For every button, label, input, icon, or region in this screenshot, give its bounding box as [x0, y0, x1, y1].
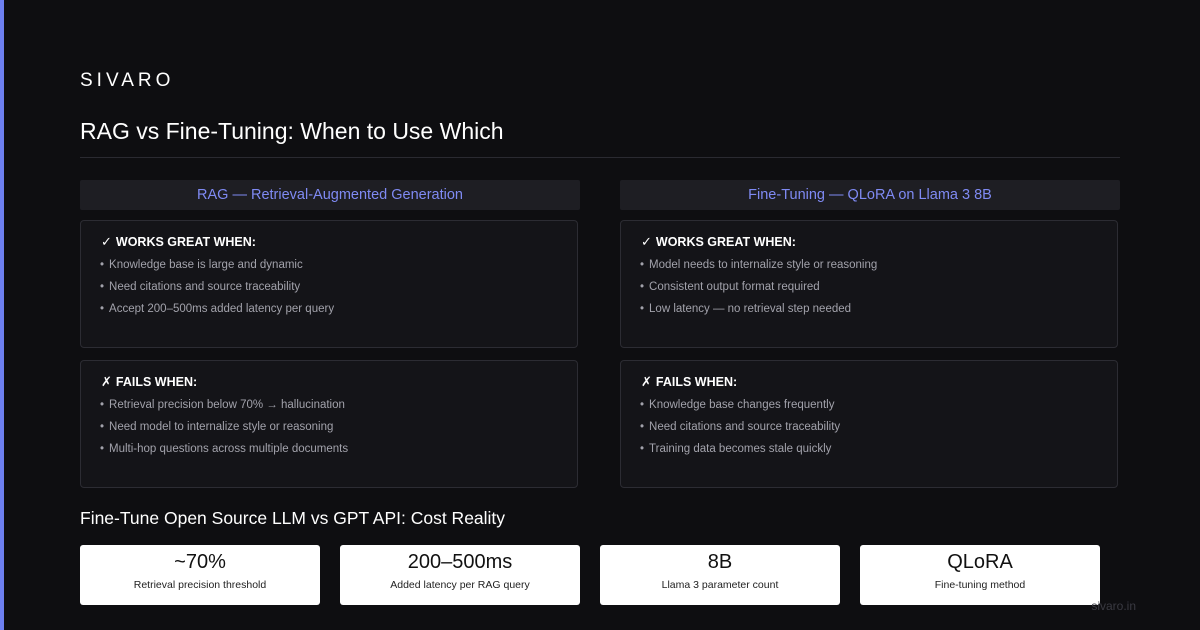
bullet-icon: • [100, 443, 105, 455]
finetune-works-heading-text: WORKS GREAT WHEN: [655, 235, 796, 249]
list-item: • Knowledge base changes frequently [640, 399, 835, 411]
list-item: • Knowledge base is large and dynamic [100, 259, 303, 271]
rag-fails-heading-text: FAILS WHEN: [115, 375, 198, 389]
stat-label: Llama 3 parameter count [661, 579, 779, 591]
rag-works-heading: ✓ WORKS GREAT WHEN: [101, 234, 256, 250]
list-item: • Consistent output format required [640, 281, 820, 293]
finetune-fails-heading: ✗ FAILS WHEN: [641, 374, 737, 390]
page-title: RAG vs Fine-Tuning: When to Use Which [80, 118, 504, 144]
stat-label: Retrieval precision threshold [133, 579, 267, 591]
accent-bar [0, 0, 4, 630]
title-divider [80, 157, 1120, 158]
list-item: • Need model to internalize style or reas… [100, 421, 334, 433]
list-item: • Training data becomes stale quickly [640, 443, 832, 455]
bullet-icon: • [100, 399, 105, 411]
rag-works-heading-text: WORKS GREAT WHEN: [115, 235, 256, 249]
rag-works-list: • Knowledge base is large and dynamic • Ne… [100, 258, 334, 324]
finetune-fails-heading-text: FAILS WHEN: [655, 375, 738, 389]
rag-fails-list: • Retrieval precision below 70% → halluci… [100, 398, 348, 464]
stat-card: QLoRA Fine-tuning method [860, 545, 1100, 605]
stat-card: 8B Llama 3 parameter count [600, 545, 840, 605]
list-item: • Need citations and source traceability [640, 421, 841, 433]
stat-label: Added latency per RAG query [390, 579, 530, 591]
list-item: • Multi-hop questions across multiple doc… [100, 443, 349, 455]
stat-card: 200–500ms Added latency per RAG query [340, 545, 580, 605]
bullet-icon: • [640, 281, 645, 293]
stat-label: Fine-tuning method [934, 579, 1026, 591]
list-item: • Model needs to internalize style or rea… [640, 259, 878, 271]
bullet-icon: • [100, 259, 105, 271]
bullet-icon: • [640, 399, 645, 411]
bullet-icon: • [640, 443, 645, 455]
list-item: • Accept 200–500ms added latency per quer… [100, 303, 335, 315]
rag-fails-heading: ✗ FAILS WHEN: [101, 374, 197, 390]
finetune-works-card: ✓ WORKS GREAT WHEN: • Model needs to inte… [620, 220, 1118, 348]
checkmark-icon: ✓ [101, 234, 112, 249]
bullet-icon: • [100, 281, 105, 293]
brand-logo: SIVARO [80, 70, 175, 91]
finetune-works-heading: ✓ WORKS GREAT WHEN: [641, 234, 796, 250]
cross-icon: ✗ [101, 374, 112, 389]
footer-url: sivaro.in [1091, 599, 1136, 613]
checkmark-icon: ✓ [641, 234, 652, 249]
stat-card: ~70% Retrieval precision threshold [80, 545, 320, 605]
rag-column-header: RAG — Retrieval-Augmented Generation [80, 180, 580, 210]
rag-fails-card: ✗ FAILS WHEN: • Retrieval precision below… [80, 360, 578, 488]
finetune-column-header: Fine-Tuning — QLoRA on Llama 3 8B [620, 180, 1120, 210]
finetune-works-list: • Model needs to internalize style or rea… [640, 258, 877, 324]
stat-value: QLoRA [947, 551, 1013, 573]
bullet-icon: • [640, 303, 645, 315]
list-item: • Retrieval precision below 70% → halluci… [100, 399, 345, 411]
bullet-icon: • [100, 421, 105, 433]
bullet-icon: • [640, 259, 645, 271]
stat-value: ~70% [174, 551, 226, 573]
finetune-fails-card: ✗ FAILS WHEN: • Knowledge base changes fr… [620, 360, 1118, 488]
list-item: • Low latency — no retrieval step needed [640, 303, 852, 315]
stat-value: 8B [707, 551, 733, 573]
cross-icon: ✗ [641, 374, 652, 389]
rag-works-card: ✓ WORKS GREAT WHEN: • Knowledge base is l… [80, 220, 578, 348]
bullet-icon: • [640, 421, 645, 433]
stat-value: 200–500ms [407, 551, 513, 573]
finetune-fails-list: • Knowledge base changes frequently • Need… [640, 398, 840, 464]
bullet-icon: • [100, 303, 105, 315]
cost-section-title: Fine-Tune Open Source LLM vs GPT API: Co… [80, 508, 506, 528]
list-item: • Need citations and source traceability [100, 281, 301, 293]
